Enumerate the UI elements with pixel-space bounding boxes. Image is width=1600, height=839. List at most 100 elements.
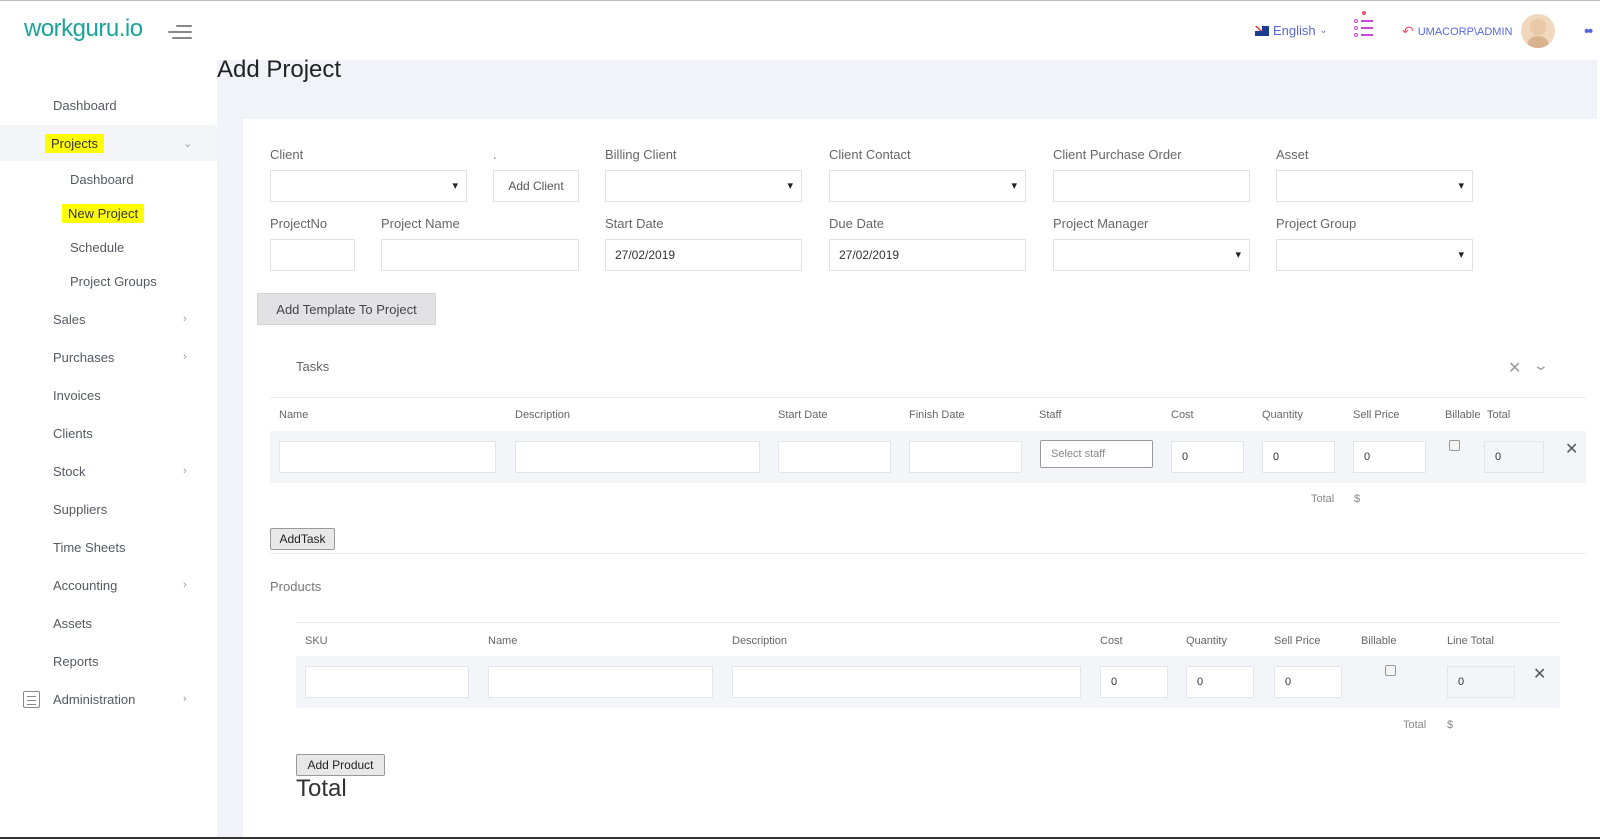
task-sell-price-input[interactable]: 0 [1353,441,1426,473]
product-sell-price-input[interactable]: 0 [1274,666,1342,698]
tasks-total-label: Total [1311,493,1335,505]
column-header: Line Total [1447,635,1494,647]
client-label: Client [270,147,304,162]
products-section-title: Products [270,579,322,594]
column-header: Start Date [778,409,828,421]
sidebar-item-dashboard[interactable]: Dashboard [0,87,217,123]
asset-select[interactable] [1276,170,1473,202]
task-start-date-input[interactable] [778,441,891,473]
column-header: Sell Price [1353,409,1400,421]
grand-total-heading: Total [296,775,347,802]
sidebar-subitem-project-groups[interactable]: Project Groups [0,267,217,295]
user-name: UMACORP\ADMIN [1417,25,1513,38]
due-date-input[interactable]: 27/02/2019 [829,239,1026,271]
billing-client-select[interactable] [605,170,802,202]
task-quantity-input[interactable]: 0 [1262,441,1335,473]
asset-label: Asset [1276,147,1309,162]
sidebar-item-invoices[interactable]: Invoices [0,377,217,413]
hamburger-menu-icon[interactable] [168,23,192,41]
client-po-label: Client Purchase Order [1053,147,1182,162]
column-header: Quantity [1186,635,1227,647]
add-template-button[interactable]: Add Template To Project [257,293,436,325]
sidebar-item-stock[interactable]: Stock › [0,453,217,489]
start-date-input[interactable]: 27/02/2019 [605,239,802,271]
tasks-panel-title: Tasks [296,359,330,374]
add-product-button[interactable]: Add Product [296,754,385,776]
remove-row-icon[interactable]: ✕ [1565,439,1578,459]
chevron-down-icon: ⌄ [183,137,193,150]
project-name-input[interactable] [381,239,579,271]
products-total-label: Total [1403,719,1427,731]
project-no-input[interactable] [270,239,355,271]
more-options-icon[interactable]: •• [1584,23,1593,41]
sidebar-item-accounting[interactable]: Accounting › [0,567,217,603]
task-name-input[interactable] [279,441,496,473]
client-po-input[interactable] [1053,170,1250,202]
language-selector[interactable]: English ⌄ [1255,23,1327,38]
column-header: SKU [305,635,328,647]
staff-select[interactable]: Select staff [1040,440,1153,468]
sidebar-subitem-dashboard[interactable]: Dashboard [0,165,217,193]
billable-checkbox[interactable] [1449,440,1460,451]
back-arrow-icon: ↶ [1402,23,1414,39]
sidebar-item-suppliers[interactable]: Suppliers [0,491,217,527]
column-header: Description [732,635,788,647]
product-description-input[interactable] [732,666,1081,698]
billing-client-label: Billing Client [605,147,677,162]
chevron-down-icon[interactable]: ⌄ [1533,357,1549,374]
product-cost-input[interactable]: 0 [1100,666,1168,698]
column-header: Name [279,409,309,421]
product-sku-input[interactable] [305,666,469,698]
column-header: Cost [1171,409,1194,421]
task-total-value: 0 [1484,441,1544,473]
task-description-input[interactable] [515,441,760,473]
sidebar-item-time-sheets[interactable]: Time Sheets [0,529,217,565]
project-group-select[interactable] [1276,239,1473,271]
sidebar-item-clients[interactable]: Clients [0,415,217,451]
column-header: Billable [1445,409,1481,421]
project-no-label: ProjectNo [270,216,328,231]
chevron-right-icon: › [183,351,187,363]
task-cost-input[interactable]: 0 [1171,441,1244,473]
chevron-down-icon: ⌄ [1319,25,1328,35]
tasks-panel-header [270,338,1586,398]
sidebar-item-reports[interactable]: Reports [0,643,217,679]
sidebar-item-sales[interactable]: Sales › [0,301,217,337]
sidebar-item-projects[interactable]: Projects ⌄ [0,125,217,161]
column-header: Sell Price [1274,635,1321,647]
product-quantity-input[interactable]: 0 [1186,666,1254,698]
sidebar-item-purchases[interactable]: Purchases › [0,339,217,375]
billable-checkbox[interactable] [1385,665,1396,676]
sidebar-subitem-schedule[interactable]: Schedule [0,233,217,261]
app-logo[interactable]: workguru.io [24,15,143,43]
remove-row-icon[interactable]: ✕ [1533,664,1546,684]
user-switch-link[interactable]: ↶ UMACORP\ADMIN [1402,23,1512,40]
divider [296,622,1560,623]
add-task-button[interactable]: AddTask [270,528,335,550]
page-title: Add Project [217,56,342,83]
flag-icon [1255,25,1269,36]
start-date-label: Start Date [605,216,664,231]
column-header: Description [515,409,571,421]
sidebar-subitem-new-project[interactable]: New Project [0,199,217,227]
product-name-input[interactable] [488,666,713,698]
divider [270,553,1586,554]
client-select[interactable] [270,170,467,202]
column-header: Staff [1039,409,1062,421]
tasks-total-value: $ [1354,493,1361,505]
chevron-right-icon: › [183,693,187,705]
column-header: Cost [1100,635,1123,647]
client-contact-select[interactable] [829,170,1026,202]
avatar[interactable] [1521,14,1555,48]
sidebar-item-administration[interactable]: Administration › [0,681,217,717]
add-client-button[interactable]: Add Client [493,170,579,202]
chevron-right-icon: › [183,465,187,477]
client-contact-label: Client Contact [829,147,911,162]
project-manager-select[interactable] [1053,239,1250,271]
task-list-icon[interactable] [1354,11,1374,41]
close-icon[interactable]: ✕ [1508,358,1521,378]
column-header: Billable [1361,635,1397,647]
task-finish-date-input[interactable] [909,441,1022,473]
sidebar-item-assets[interactable]: Assets [0,605,217,641]
top-bar: workguru.io English ⌄ ↶ UMACORP\ADMIN •• [0,0,1600,60]
